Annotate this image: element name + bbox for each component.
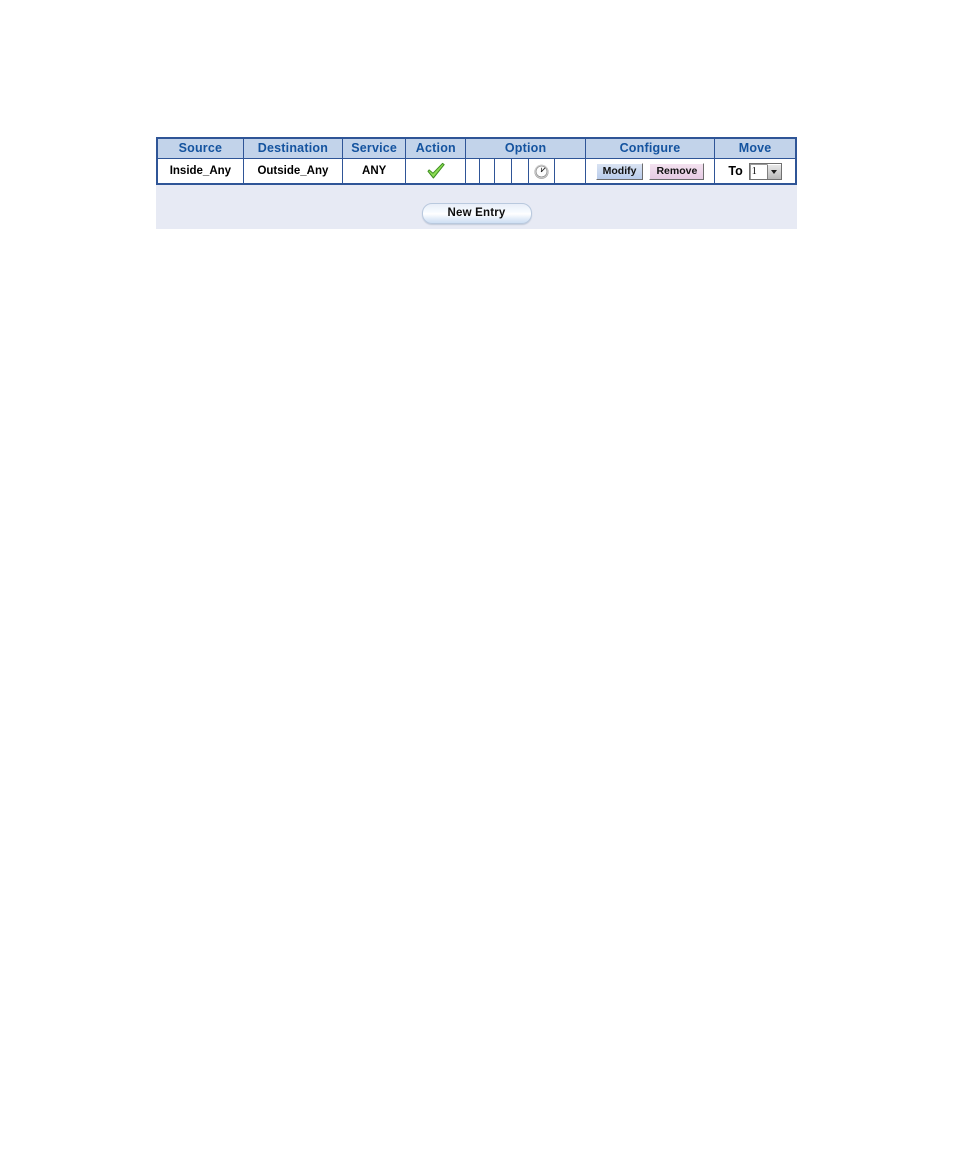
table-row: Inside_Any Outside_Any ANY Modify Remove… bbox=[156, 158, 797, 185]
cell-action bbox=[405, 158, 467, 185]
option-subcell-group bbox=[466, 159, 584, 183]
option-subcell-4 bbox=[512, 159, 530, 183]
option-subcell-6 bbox=[555, 159, 581, 183]
col-header-service: Service bbox=[342, 137, 407, 159]
green-check-icon bbox=[426, 162, 446, 180]
new-entry-button[interactable]: New Entry bbox=[421, 202, 532, 224]
modify-button[interactable]: Modify bbox=[595, 162, 644, 180]
cell-move: To 1 bbox=[714, 158, 797, 185]
move-control-group: To 1 bbox=[715, 159, 795, 183]
option-subcell-2 bbox=[480, 159, 496, 183]
move-to-label: To bbox=[728, 164, 743, 178]
firewall-policy-panel: Source Destination Service Action Option… bbox=[156, 137, 797, 229]
remove-button[interactable]: Remove bbox=[649, 162, 705, 180]
cell-service: ANY bbox=[342, 158, 407, 185]
table-header-row: Source Destination Service Action Option… bbox=[156, 137, 797, 159]
policy-rule-table: Source Destination Service Action Option… bbox=[156, 137, 797, 185]
option-subcell-5-schedule bbox=[529, 159, 556, 183]
col-header-move: Move bbox=[714, 137, 797, 159]
cell-option bbox=[465, 158, 586, 185]
col-header-action: Action bbox=[405, 137, 467, 159]
chevron-down-icon[interactable] bbox=[766, 163, 781, 179]
col-header-source: Source bbox=[156, 137, 244, 159]
option-subcell-3 bbox=[495, 159, 513, 183]
schedule-clock-icon bbox=[534, 164, 549, 179]
cell-configure: Modify Remove bbox=[584, 158, 716, 185]
cell-source: Inside_Any bbox=[156, 158, 244, 185]
move-position-select[interactable]: 1 bbox=[748, 162, 782, 180]
col-header-option: Option bbox=[465, 137, 586, 159]
move-position-value: 1 bbox=[751, 165, 757, 177]
policy-footer: New Entry bbox=[156, 185, 797, 229]
cell-destination: Outside_Any bbox=[242, 158, 344, 185]
col-header-destination: Destination bbox=[242, 137, 344, 159]
configure-button-group: Modify Remove bbox=[586, 159, 714, 183]
col-header-configure: Configure bbox=[584, 137, 716, 159]
option-subcell-1 bbox=[466, 159, 481, 183]
